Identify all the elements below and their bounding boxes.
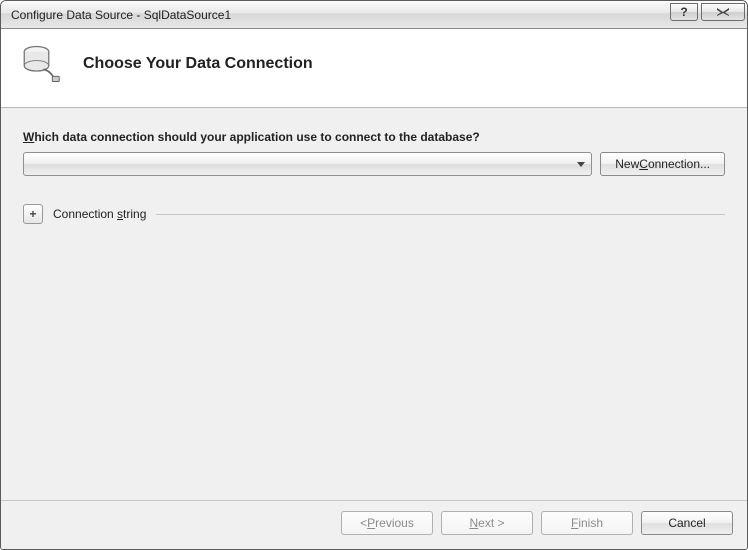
- plus-icon: +: [29, 208, 36, 220]
- wizard-title: Choose Your Data Connection: [83, 55, 313, 73]
- connection-string-section: + Connection string: [23, 204, 725, 224]
- next-button[interactable]: Next >: [441, 511, 533, 535]
- separator-line: [156, 214, 725, 215]
- finish-button[interactable]: Finish: [541, 511, 633, 535]
- new-connection-button[interactable]: New Connection...: [600, 152, 725, 176]
- cancel-button[interactable]: Cancel: [641, 511, 733, 535]
- close-icon: [715, 7, 731, 17]
- connection-row: New Connection...: [23, 152, 725, 176]
- wizard-body: Which data connection should your applic…: [1, 108, 747, 500]
- chevron-down-icon: [577, 162, 585, 167]
- previous-button[interactable]: < Previous: [341, 511, 433, 535]
- help-icon: ?: [680, 5, 687, 19]
- connection-string-label: Connection string: [53, 207, 146, 221]
- close-button[interactable]: [701, 3, 745, 21]
- connection-dropdown[interactable]: [23, 152, 592, 176]
- dialog-window: Configure Data Source - SqlDataSource1 ?…: [0, 0, 748, 550]
- wizard-header: Choose Your Data Connection: [1, 29, 747, 108]
- window-title: Configure Data Source - SqlDataSource1: [11, 8, 670, 22]
- datasource-icon: [19, 43, 61, 85]
- connection-prompt: Which data connection should your applic…: [23, 130, 725, 144]
- wizard-footer: < Previous Next > Finish Cancel: [1, 500, 747, 549]
- help-button[interactable]: ?: [670, 3, 698, 21]
- titlebar: Configure Data Source - SqlDataSource1 ?: [1, 1, 747, 29]
- expand-button[interactable]: +: [23, 204, 43, 224]
